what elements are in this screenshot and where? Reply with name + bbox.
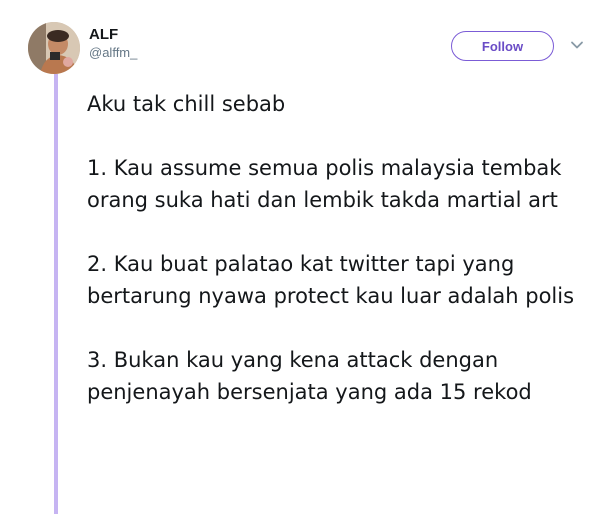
tweet-paragraph: Aku tak chill sebab — [87, 92, 286, 116]
tweet-paragraph: 1. Kau assume semua polis malaysia temba… — [87, 156, 562, 212]
avatar-image — [28, 22, 80, 74]
tweet-text: Aku tak chill sebab 1. Kau assume semua … — [87, 88, 597, 408]
follow-button[interactable]: Follow — [451, 31, 554, 61]
tweet-card: ALF @alffm_ Follow Aku tak chill sebab 1… — [0, 0, 610, 514]
user-handle[interactable]: @alffm_ — [89, 44, 137, 62]
tweet-paragraph: 2. Kau buat palatao kat twitter tapi yan… — [87, 252, 575, 308]
thread-line — [54, 74, 58, 514]
display-name[interactable]: ALF — [89, 26, 137, 44]
avatar[interactable] — [28, 22, 80, 74]
chevron-down-icon[interactable] — [570, 38, 584, 52]
tweet-paragraph: 3. Bukan kau yang kena attack dengan pen… — [87, 348, 532, 404]
author-block: ALF @alffm_ — [89, 26, 137, 62]
